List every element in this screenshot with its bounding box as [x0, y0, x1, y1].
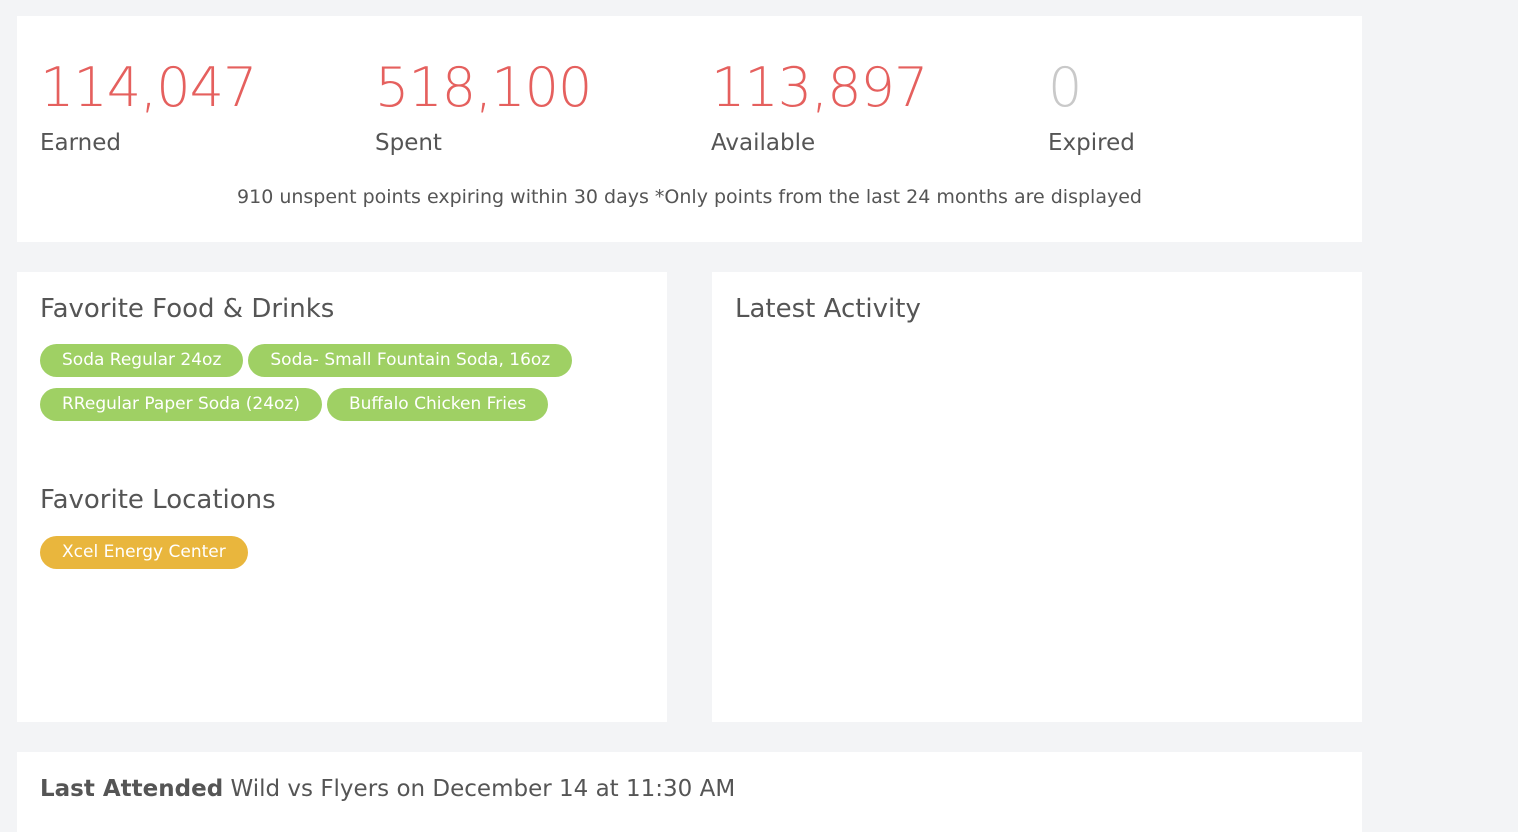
favorite-food-title: Favorite Food & Drinks: [40, 294, 335, 324]
favorite-food-tags: Soda Regular 24oz Soda- Small Fountain S…: [40, 344, 640, 421]
stat-expired: 0 Expired: [1048, 56, 1135, 158]
points-expiry-note: 910 unspent points expiring within 30 da…: [237, 186, 1142, 208]
stat-spent: 518,100 Spent: [375, 56, 592, 158]
stat-earned: 114,047 Earned: [40, 56, 257, 158]
favorite-locations-title: Favorite Locations: [40, 485, 276, 515]
food-tag[interactable]: Buffalo Chicken Fries: [327, 388, 549, 421]
last-attended-value: Wild vs Flyers on December 14 at 11:30 A…: [230, 776, 736, 802]
points-summary-card: 114,047 Earned 518,100 Spent 113,897 Ava…: [17, 16, 1362, 242]
last-attended-line: Last Attended Wild vs Flyers on December…: [40, 776, 735, 802]
food-tag[interactable]: RRegular Paper Soda (24oz): [40, 388, 322, 421]
favorite-location-tags: Xcel Energy Center: [40, 536, 640, 569]
last-attended-card: Last Attended Wild vs Flyers on December…: [17, 752, 1362, 832]
spent-value: 518,100: [375, 56, 592, 119]
food-tag[interactable]: Soda- Small Fountain Soda, 16oz: [248, 344, 573, 377]
spent-label: Spent: [375, 130, 442, 156]
stat-available: 113,897 Available: [711, 56, 928, 158]
food-tag[interactable]: Soda Regular 24oz: [40, 344, 244, 377]
favorites-card: Favorite Food & Drinks Soda Regular 24oz…: [17, 272, 667, 722]
expired-label: Expired: [1048, 130, 1135, 156]
location-tag[interactable]: Xcel Energy Center: [40, 536, 248, 569]
earned-label: Earned: [40, 130, 122, 156]
last-attended-label: Last Attended: [40, 776, 224, 802]
latest-activity-title: Latest Activity: [735, 294, 921, 324]
expired-value: 0: [1048, 56, 1082, 119]
earned-value: 114,047: [40, 56, 257, 119]
available-label: Available: [711, 130, 816, 156]
latest-activity-card: Latest Activity: [712, 272, 1362, 722]
available-value: 113,897: [711, 56, 928, 119]
